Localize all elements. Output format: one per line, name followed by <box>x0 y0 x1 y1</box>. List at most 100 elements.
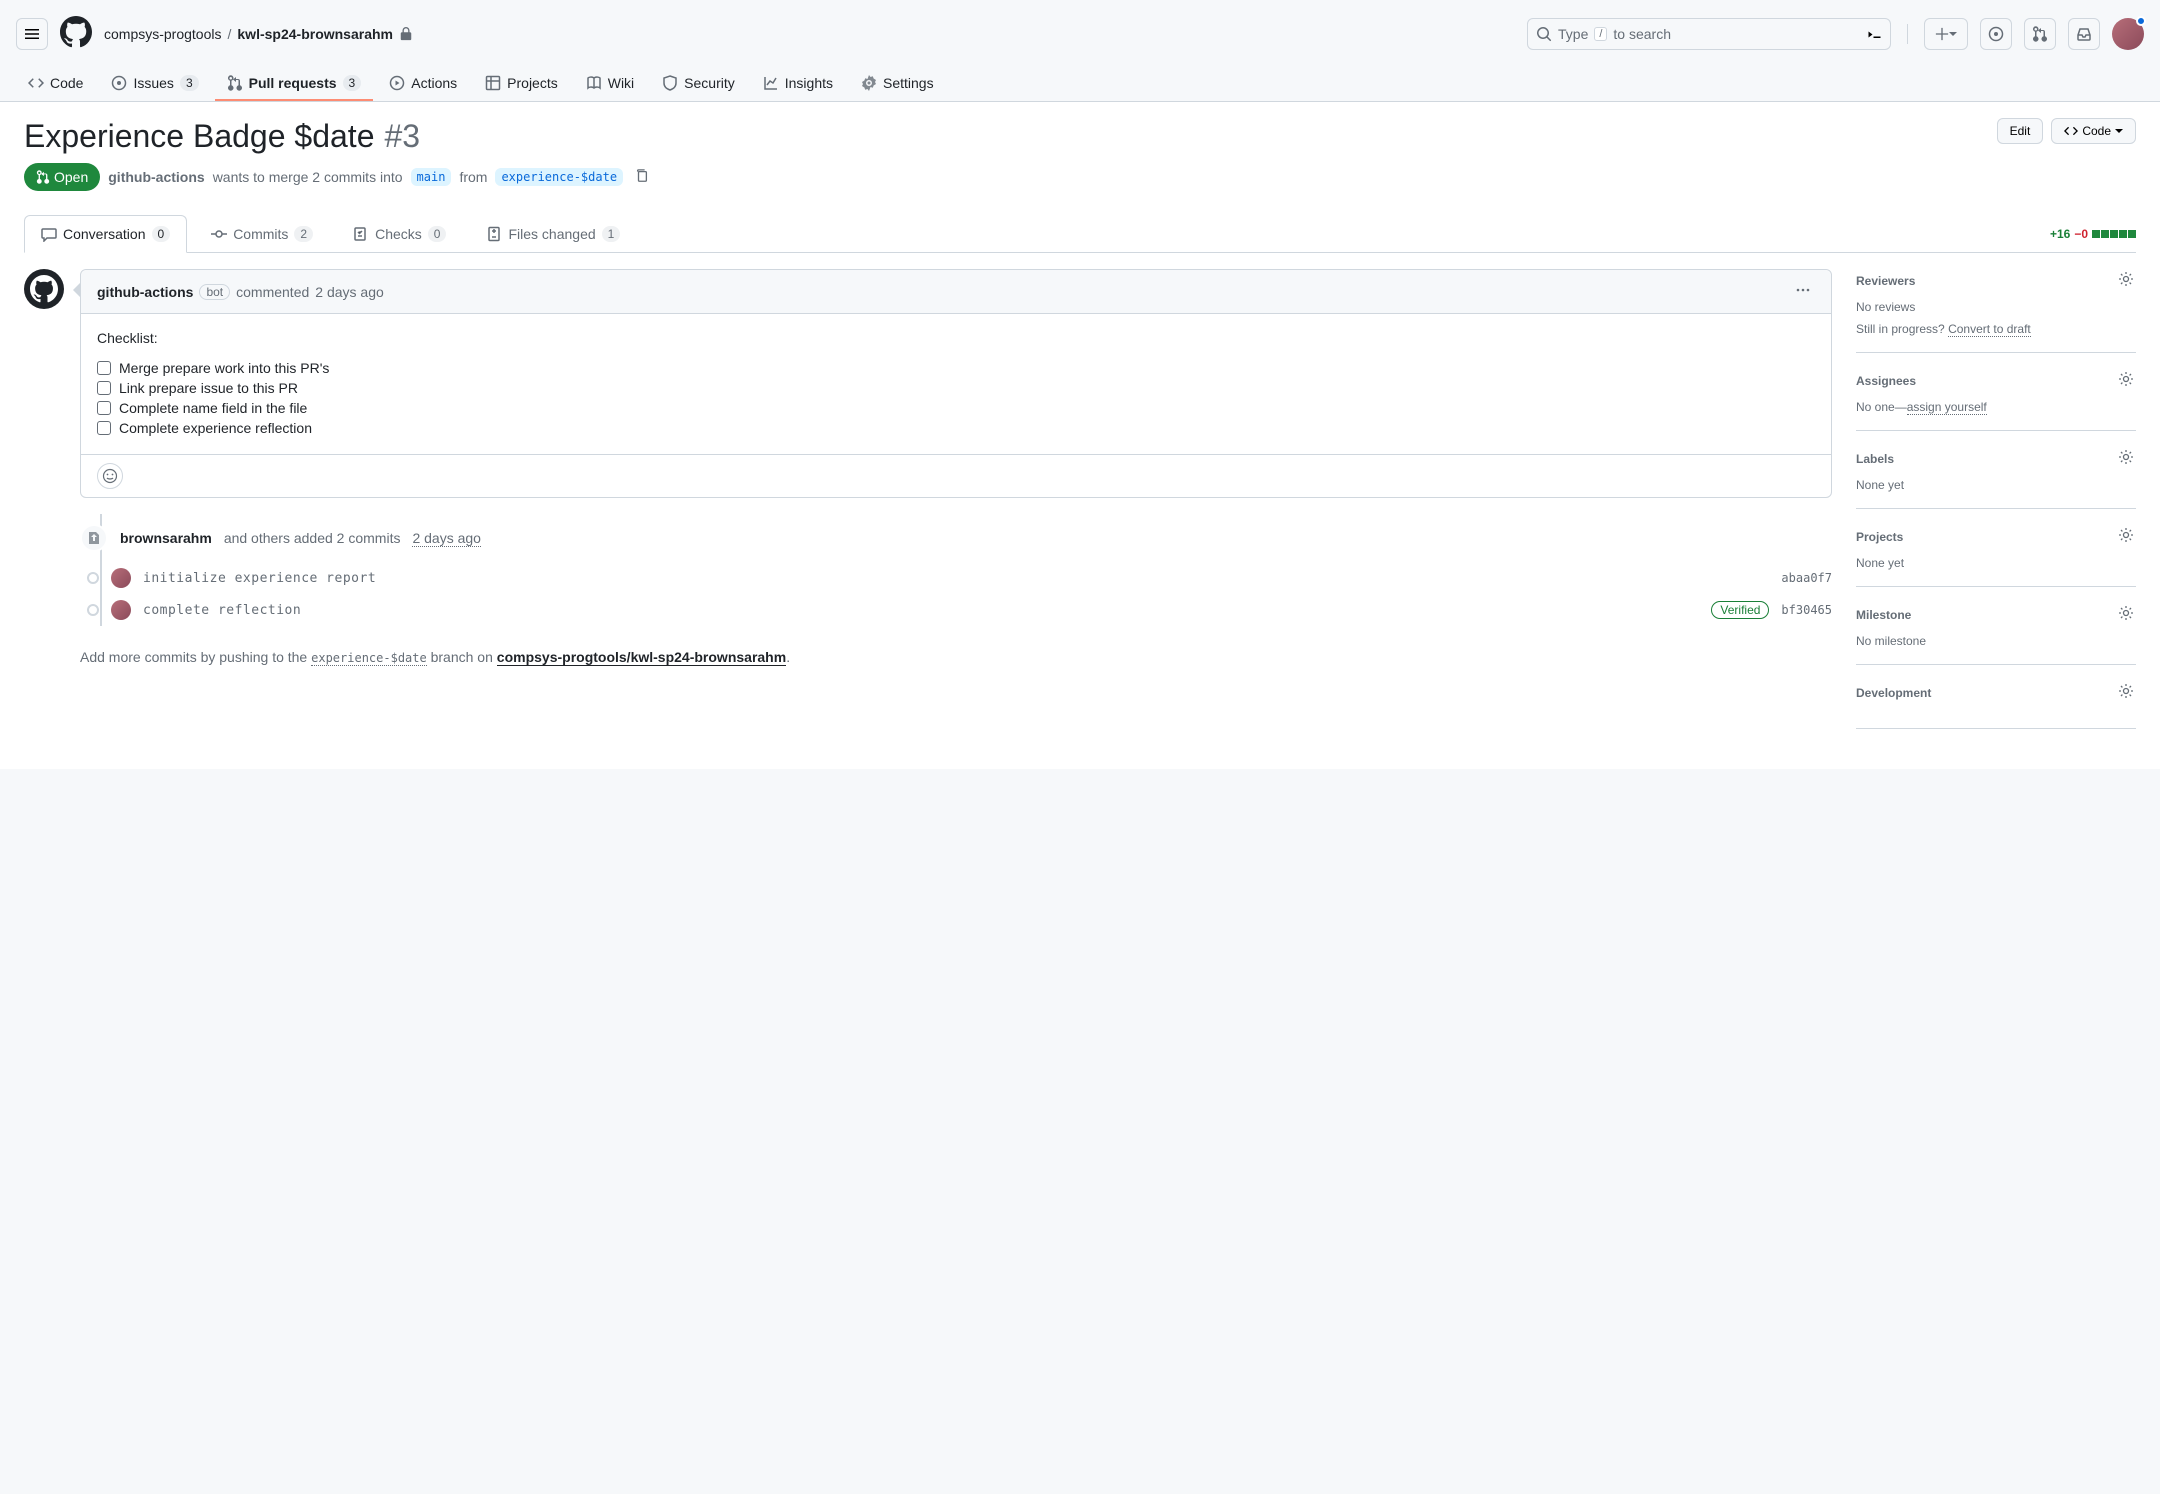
labels-gear[interactable] <box>2116 447 2136 470</box>
code-dropdown-button[interactable]: Code <box>2051 118 2136 144</box>
progress-text: Still in progress? <box>1856 322 1945 336</box>
task-checkbox[interactable] <box>97 421 111 435</box>
gear-icon <box>2118 271 2134 287</box>
pr-count: 3 <box>343 75 362 91</box>
diff-stats: +16 −0 <box>2050 227 2136 241</box>
table-icon <box>485 75 501 91</box>
push-hint: Add more commits by pushing to the exper… <box>24 646 1832 668</box>
push-author[interactable]: brownsarahm <box>120 530 212 546</box>
copy-branch-button[interactable] <box>631 165 653 190</box>
tab-security[interactable]: Security <box>650 67 747 101</box>
assign-yourself-link[interactable]: assign yourself <box>1907 400 1987 415</box>
additions: +16 <box>2050 227 2070 241</box>
command-palette-button[interactable] <box>1859 18 1891 50</box>
comment-author[interactable]: github-actions <box>97 284 193 300</box>
tab-projects[interactable]: Projects <box>473 67 570 101</box>
verified-badge[interactable]: Verified <box>1711 601 1769 619</box>
hint-branch[interactable]: experience-$date <box>311 651 427 666</box>
lock-icon <box>399 27 413 41</box>
development-gear[interactable] <box>2116 681 2136 704</box>
tab-code[interactable]: Code <box>16 67 95 101</box>
notification-dot <box>2136 16 2146 26</box>
comment-author-avatar[interactable] <box>24 269 64 309</box>
pr-author[interactable]: github-actions <box>108 169 204 185</box>
book-icon <box>586 75 602 91</box>
repo-push-icon <box>86 530 102 546</box>
user-avatar[interactable] <box>2112 18 2144 50</box>
bot-badge: bot <box>199 284 230 300</box>
task-checkbox[interactable] <box>97 401 111 415</box>
projects-gear[interactable] <box>2116 525 2136 548</box>
assignees-gear[interactable] <box>2116 369 2136 392</box>
tab-settings[interactable]: Settings <box>849 67 946 101</box>
comment-menu-button[interactable] <box>1791 278 1815 305</box>
commented-label: commented <box>236 284 309 300</box>
milestone-gear[interactable] <box>2116 603 2136 626</box>
push-time[interactable]: 2 days ago <box>412 530 481 547</box>
breadcrumb: compsys-progtools / kwl-sp24-brownsarahm <box>104 26 413 42</box>
search-input[interactable]: Type / to search <box>1527 18 1867 50</box>
tab-checks[interactable]: Checks 0 <box>337 215 462 252</box>
commit-sha[interactable]: bf30465 <box>1781 603 1832 617</box>
plus-icon <box>1935 27 1949 41</box>
commit-sha[interactable]: abaa0f7 <box>1781 571 1832 585</box>
base-branch[interactable]: main <box>411 168 452 186</box>
task-checkbox[interactable] <box>97 361 111 375</box>
task-item: Complete name field in the file <box>97 398 1815 418</box>
task-checkbox[interactable] <box>97 381 111 395</box>
create-new-button[interactable] <box>1924 18 1968 50</box>
task-item: Merge prepare work into this PR's <box>97 358 1815 378</box>
pr-state-badge: Open <box>24 163 100 191</box>
tab-insights[interactable]: Insights <box>751 67 845 101</box>
issues-count: 3 <box>180 75 199 91</box>
tab-conversation[interactable]: Conversation 0 <box>24 215 187 253</box>
reviewers-text: No reviews <box>1856 300 2136 314</box>
git-pull-request-icon <box>36 170 50 184</box>
commit-author-avatar[interactable] <box>111 600 131 620</box>
tab-actions[interactable]: Actions <box>377 67 469 101</box>
labels-title: Labels <box>1856 452 1894 466</box>
diff-blocks <box>2092 230 2136 238</box>
copy-icon <box>635 169 649 183</box>
caret-down-icon <box>1949 30 1957 38</box>
development-title: Development <box>1856 686 1931 700</box>
commit-message[interactable]: complete reflection <box>143 603 1699 618</box>
notifications-button[interactable] <box>2068 18 2100 50</box>
hamburger-icon <box>24 26 40 42</box>
caret-down-icon <box>2115 127 2123 135</box>
pr-number: #3 <box>384 118 420 155</box>
breadcrumb-repo[interactable]: kwl-sp24-brownsarahm <box>237 26 393 42</box>
commit-author-avatar[interactable] <box>111 568 131 588</box>
pull-requests-global-button[interactable] <box>2024 18 2056 50</box>
issues-global-button[interactable] <box>1980 18 2012 50</box>
terminal-icon <box>1867 26 1883 42</box>
comment-box: github-actions bot commented 2 days ago … <box>80 269 1832 498</box>
inbox-icon <box>2076 26 2092 42</box>
gear-icon <box>2118 605 2134 621</box>
github-home-link[interactable] <box>60 16 92 51</box>
reviewers-gear[interactable] <box>2116 269 2136 292</box>
files-count: 1 <box>602 226 621 242</box>
tab-files-changed[interactable]: Files changed 1 <box>470 215 636 252</box>
tab-pull-requests[interactable]: Pull requests 3 <box>215 67 374 101</box>
comment-time[interactable]: 2 days ago <box>315 284 384 300</box>
tab-commits[interactable]: Commits 2 <box>195 215 329 252</box>
react-button[interactable] <box>97 463 123 489</box>
hint-repo-link[interactable]: compsys-progtools/kwl-sp24-brownsarahm <box>497 649 786 666</box>
edit-button[interactable]: Edit <box>1997 118 2044 144</box>
projects-title: Projects <box>1856 530 1903 544</box>
convert-draft-link[interactable]: Convert to draft <box>1948 322 2031 337</box>
commit-message[interactable]: initialize experience report <box>143 571 1769 586</box>
gear-icon <box>2118 527 2134 543</box>
head-branch[interactable]: experience-$date <box>495 168 623 186</box>
search-hotkey: / <box>1594 27 1607 41</box>
tab-issues[interactable]: Issues 3 <box>99 67 210 101</box>
git-pull-request-icon <box>2032 26 2048 42</box>
breadcrumb-separator: / <box>228 26 232 42</box>
dot-circle-icon <box>1988 26 2004 42</box>
menu-button[interactable] <box>16 18 48 50</box>
code-icon <box>28 75 44 91</box>
tab-wiki[interactable]: Wiki <box>574 67 646 101</box>
commit-dot-icon <box>87 572 99 584</box>
breadcrumb-owner[interactable]: compsys-progtools <box>104 26 222 42</box>
